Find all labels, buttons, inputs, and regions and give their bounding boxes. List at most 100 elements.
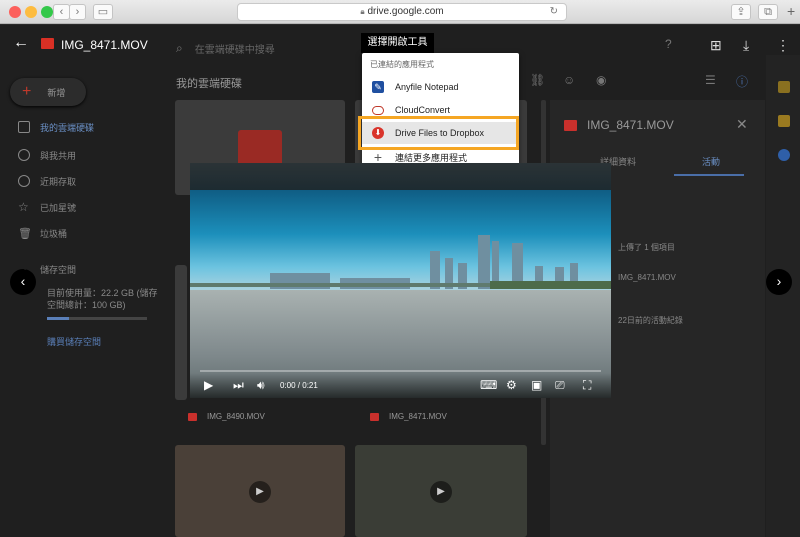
storage-bar (47, 317, 147, 320)
fullscreen-button[interactable]: ⛶ (583, 378, 591, 393)
tasks-icon[interactable] (778, 149, 790, 161)
file-name: IMG_8490.MOV (207, 412, 265, 421)
file-thumbnail[interactable]: ▶ (175, 445, 345, 537)
sidebar-item-recent[interactable]: 近期存取 (18, 171, 158, 191)
menu-section-title: 已連結的應用程式 (370, 60, 434, 69)
minimize-window-button[interactable] (25, 6, 37, 18)
close-icon: ✕ (736, 116, 748, 132)
preview-file-title: IMG_8471.MOV (61, 38, 148, 52)
download-icon[interactable]: ⤓ (743, 37, 749, 54)
sidebar-item-trash[interactable]: 🗑︎ 垃圾桶 (18, 223, 158, 243)
lock-icon: 🔒︎ (360, 7, 365, 16)
buy-storage-link[interactable]: 購買儲存空間 (47, 335, 101, 348)
trash-icon: 🗑︎ (18, 227, 32, 240)
help-icon[interactable]: ? (665, 37, 672, 51)
sidebar-item-label: 近期存取 (40, 176, 77, 187)
chevron-right-icon: › (75, 6, 80, 18)
sidebar-item-starred[interactable]: ☆ 已加星號 (18, 197, 158, 217)
file-caption[interactable]: IMG_8471.MOV (370, 412, 447, 421)
sidebar-item-my-drive[interactable]: 我的雲端硬碟 (18, 117, 158, 137)
people-icon (18, 149, 30, 161)
sidebar-item-label: 與我共用 (40, 150, 77, 161)
file-name: IMG_8471.MOV (389, 412, 447, 421)
file-thumbnail[interactable]: ▶ (355, 445, 527, 537)
zoom-window-button[interactable] (41, 6, 53, 18)
activity-history: 22日前的活動紀錄 (618, 316, 683, 325)
sidebar-item-label: 我的雲端硬碟 (40, 122, 95, 133)
back-arrow-button[interactable]: ← (13, 34, 29, 52)
sidebar-item-shared[interactable]: 與我共用 (18, 145, 158, 165)
calendar-icon[interactable] (778, 81, 790, 93)
more-options-icon[interactable]: ⋮ (776, 37, 790, 54)
link-icon[interactable]: ⛓ (530, 73, 545, 87)
play-icon: ▶ (430, 481, 452, 503)
new-button[interactable]: + 新增 (10, 78, 86, 106)
add-person-icon[interactable]: ☺ (563, 73, 575, 87)
list-view-icon[interactable]: ☰ (705, 73, 716, 87)
video-file-icon (188, 412, 197, 421)
tab-activity[interactable]: 活動 (702, 155, 720, 168)
eye-icon[interactable]: ◉ (596, 73, 606, 87)
info-icon[interactable]: ⓘ (736, 73, 748, 90)
tabs-icon: ⧉ (764, 6, 772, 18)
menu-item-label: 連結更多應用程式 (395, 152, 468, 163)
menu-item-anyfile-notepad[interactable]: ✎ Anyfile Notepad (362, 76, 519, 98)
play-button[interactable]: ▶ (204, 378, 213, 392)
sidebar-item-label: 儲存空間 (40, 264, 77, 275)
side-panel-strip (766, 55, 800, 537)
plus-icon: + (373, 149, 383, 165)
details-title: IMG_8471.MOV (587, 118, 674, 132)
captions-button[interactable]: ⌨ (480, 378, 497, 392)
toolbar-icons: ⛓ ☺ ◉ ☰ ⓘ (530, 73, 750, 89)
search-bar[interactable]: ⌕ 在雲端硬碟中搜尋 (176, 38, 356, 58)
video-file-icon (564, 119, 577, 131)
sidebar-item-storage[interactable]: ☁︎ 儲存空間 (18, 259, 158, 279)
sidebar-item-label: 垃圾桶 (40, 228, 68, 239)
video-player[interactable]: ▶ ⏭ 🔊︎ 0:00 / 0:21 ⌨ ⚙ ▣ ⎚ ⛶ (190, 163, 611, 398)
close-details-button[interactable]: ✕ (736, 116, 748, 133)
video-file-icon (41, 38, 54, 49)
sidebar-toggle-button[interactable]: ▭ (93, 4, 113, 20)
settings-gear-icon[interactable]: ⚙ (506, 378, 517, 392)
new-tab-button[interactable]: + (787, 3, 795, 19)
previous-file-button[interactable]: ‹ (10, 269, 36, 295)
open-with-button[interactable]: 選擇開啟工具 ▼ (361, 33, 434, 67)
keep-icon[interactable] (778, 115, 790, 127)
activity-file: IMG_8471.MOV (618, 273, 676, 282)
search-input[interactable]: 在雲端硬碟中搜尋 (195, 41, 275, 56)
video-file-icon (370, 412, 379, 421)
reload-icon[interactable]: ↻ (550, 4, 558, 20)
breadcrumb[interactable]: 我的雲端硬碟 (176, 75, 242, 91)
forward-button[interactable]: › (69, 4, 86, 20)
menu-item-label: Anyfile Notepad (395, 82, 459, 92)
tabs-button[interactable]: ⧉ (758, 4, 778, 20)
video-progress-bar[interactable] (200, 370, 601, 372)
chevron-left-icon: ‹ (59, 6, 64, 18)
add-comment-icon[interactable]: ⊞ (710, 37, 722, 54)
open-with-label: 選擇開啟工具 (367, 37, 428, 48)
share-button[interactable]: ⇪ (731, 4, 751, 20)
volume-button[interactable]: 🔊︎ (257, 378, 265, 393)
file-caption[interactable]: IMG_8490.MOV (188, 412, 265, 421)
star-icon: ☆ (18, 200, 29, 214)
activity-line: 上傳了 1 個項目 (618, 243, 675, 252)
share-icon: ⇪ (736, 6, 746, 18)
next-button[interactable]: ⏭ (233, 378, 244, 393)
address-bar[interactable]: 🔒︎ drive.google.com ↻ (237, 3, 567, 21)
close-window-button[interactable] (9, 6, 21, 18)
plus-icon: + (787, 3, 796, 19)
plus-icon: + (22, 83, 32, 100)
clock-icon (18, 175, 30, 187)
back-button[interactable]: ‹ (53, 4, 70, 20)
cast-button[interactable]: ⎚ (555, 378, 565, 393)
active-tab-indicator (674, 174, 744, 176)
next-file-button[interactable]: › (766, 269, 792, 295)
browser-toolbar: ‹ › ▭ 🔒︎ drive.google.com ↻ ⇪ ⧉ + (0, 0, 800, 24)
open-with-menu: 已連結的應用程式 ✎ Anyfile Notepad CloudConvert … (362, 53, 519, 170)
drive-icon (18, 121, 30, 133)
highlight-box (358, 116, 519, 150)
video-controls (190, 373, 611, 398)
miniplayer-button[interactable]: ▣ (531, 378, 542, 392)
file-thumbnail[interactable] (175, 265, 187, 400)
sidebar-item-label: 已加星號 (40, 202, 77, 213)
